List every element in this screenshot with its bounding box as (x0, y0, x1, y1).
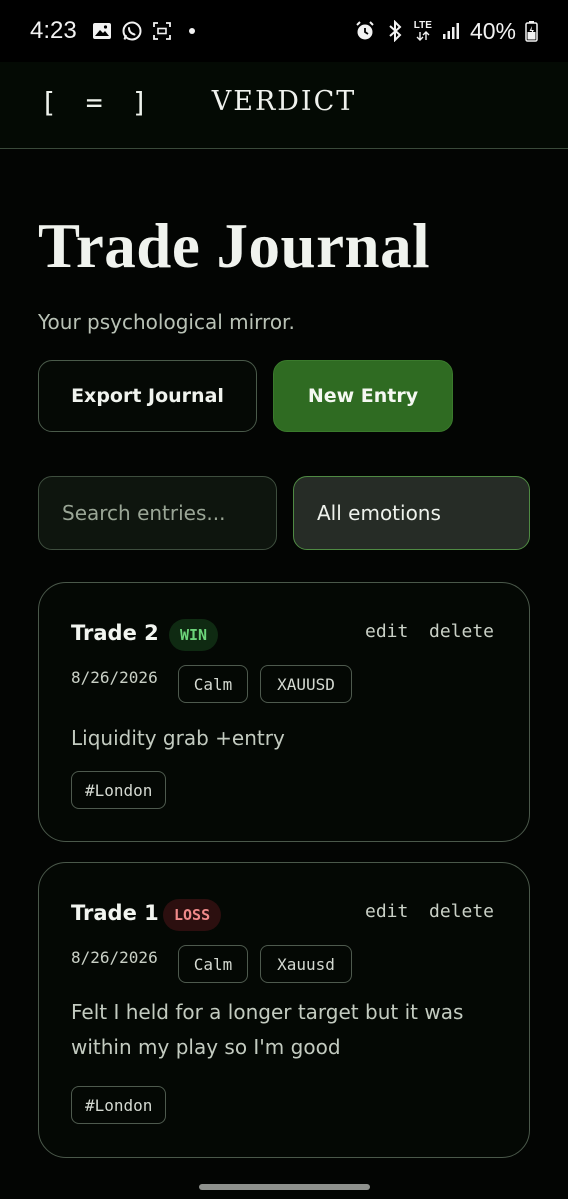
gallery-icon (91, 20, 113, 42)
delete-entry-button[interactable]: delete (429, 901, 494, 922)
symbol-chip: XAUUSD (260, 665, 352, 703)
alarm-icon (354, 20, 376, 42)
brand-title: VERDICT (211, 86, 357, 117)
page-title: Trade Journal (38, 211, 431, 281)
status-bar-left: 4:23 (30, 17, 203, 45)
whatsapp-icon (121, 20, 143, 42)
app-header: [ = ] VERDICT (0, 62, 568, 149)
edit-entry-button[interactable]: edit (365, 621, 408, 642)
signal-icon (440, 20, 462, 42)
emotion-chip: Calm (178, 665, 248, 703)
symbol-chip: Xauusd (260, 945, 352, 983)
page-subtitle: Your psychological mirror. (38, 310, 295, 334)
battery-icon (524, 20, 538, 42)
status-bar: 4:23 LTE 40% (0, 0, 568, 62)
lte-icon: LTE (414, 20, 432, 42)
delete-entry-button[interactable]: delete (429, 621, 494, 642)
screenshot-icon (151, 20, 173, 42)
entry-tag: #London (71, 771, 167, 809)
entry-date: 8/26/2026 (71, 668, 158, 687)
entry-date: 8/26/2026 (71, 948, 158, 967)
lte-label: LTE (413, 20, 432, 31)
status-bar-right: LTE 40% (354, 18, 538, 45)
entry-tag: #London (71, 1086, 167, 1124)
journal-entry-card: Trade 1 LOSS edit delete 8/26/2026 Calm … (38, 862, 530, 1158)
new-entry-button[interactable]: New Entry (273, 360, 453, 432)
edit-entry-button[interactable]: edit (365, 901, 408, 922)
home-indicator[interactable] (199, 1184, 370, 1190)
dot-icon (181, 20, 203, 42)
export-journal-button[interactable]: Export Journal (38, 360, 257, 432)
entry-note: Liquidity grab +entry (71, 726, 285, 750)
result-badge: WIN (169, 619, 219, 651)
emotion-chip: Calm (178, 945, 248, 983)
result-badge: LOSS (163, 899, 222, 931)
entry-title: Trade 1 (71, 901, 159, 925)
entry-note: Felt I held for a longer target but it w… (71, 1000, 464, 1059)
entry-title: Trade 2 (71, 621, 159, 645)
emotion-filter-select[interactable]: All emotions (293, 476, 530, 550)
battery-percent: 40% (469, 17, 516, 44)
search-input[interactable]: Search entries... (38, 476, 277, 550)
status-time: 4:23 (30, 17, 77, 44)
bluetooth-icon (384, 20, 406, 42)
journal-entry-card: Trade 2 WIN edit delete 8/26/2026 Calm X… (38, 582, 530, 842)
